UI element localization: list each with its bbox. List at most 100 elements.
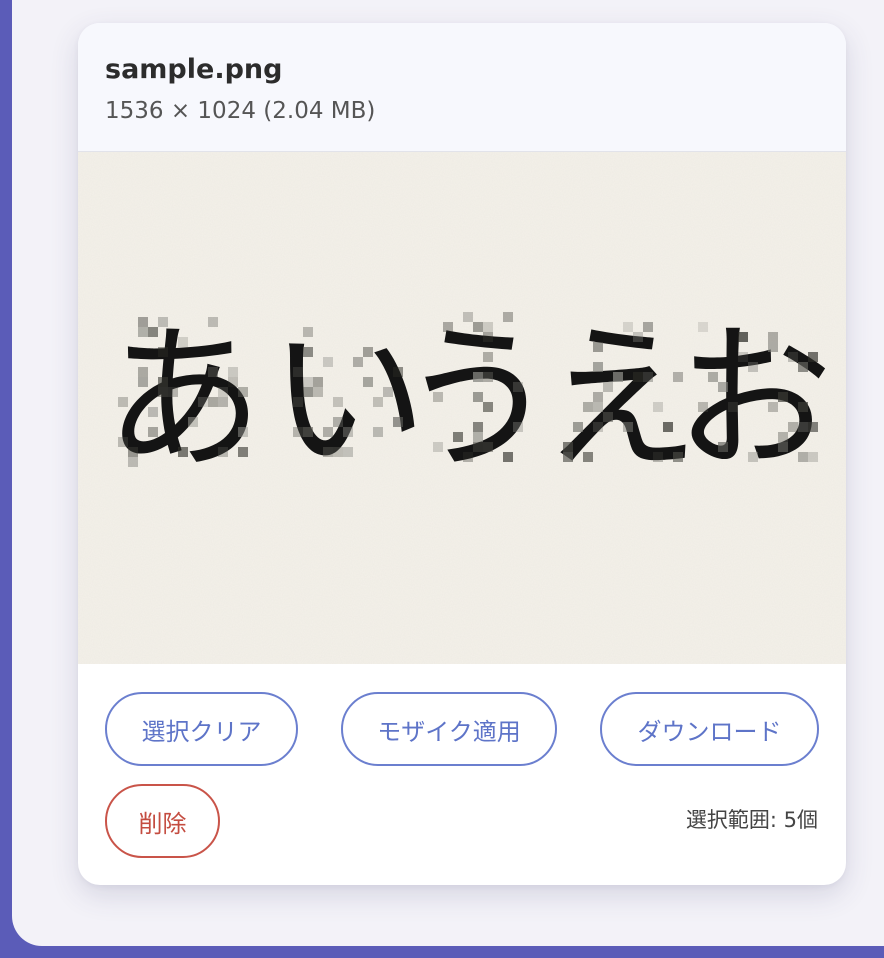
- mosaic-cell: [798, 402, 808, 412]
- mosaic-cell: [333, 397, 343, 407]
- mosaic-cell: [473, 392, 483, 402]
- mosaic-cell: [643, 372, 653, 382]
- mosaic-cell: [778, 432, 788, 442]
- mosaic-cell: [313, 377, 323, 387]
- mosaic-cell: [218, 397, 228, 407]
- mosaic-cell: [593, 392, 603, 402]
- mosaic-cell: [643, 322, 653, 332]
- mosaic-cell: [613, 372, 623, 382]
- mosaic-cell: [228, 377, 238, 387]
- mosaic-cell: [798, 362, 808, 372]
- mosaic-cell: [473, 422, 483, 432]
- mosaic-cell: [238, 447, 248, 457]
- mosaic-cell: [663, 422, 673, 432]
- mosaic-cell: [293, 427, 303, 437]
- mosaic-cell: [393, 367, 403, 377]
- mosaic-cell: [228, 367, 238, 377]
- mosaic-cell: [738, 332, 748, 342]
- mosaic-cell: [178, 447, 188, 457]
- mosaic-cell: [633, 332, 643, 342]
- mosaic-cell: [483, 332, 493, 342]
- clear-selection-button[interactable]: 選択クリア: [105, 692, 298, 766]
- mosaic-cell: [208, 367, 218, 377]
- mosaic-cell: [583, 452, 593, 462]
- mosaic-cell: [303, 387, 313, 397]
- file-meta: 1536 × 1024 (2.04 MB): [105, 98, 376, 124]
- mosaic-cell: [433, 392, 443, 402]
- mosaic-cell: [698, 322, 708, 332]
- mosaic-cell: [373, 427, 383, 437]
- mosaic-cell: [373, 397, 383, 407]
- mosaic-cell: [148, 427, 158, 437]
- mosaic-cell: [603, 412, 613, 422]
- mosaic-cell: [323, 357, 333, 367]
- mosaic-cell: [808, 352, 818, 362]
- image-preview[interactable]: あいうえお: [78, 152, 846, 664]
- mosaic-cell: [778, 392, 788, 402]
- preview-canvas[interactable]: あいうえお: [78, 152, 846, 664]
- mosaic-cell: [698, 402, 708, 412]
- mosaic-cell: [473, 442, 483, 452]
- mosaic-cell: [303, 377, 313, 387]
- mosaic-cell: [383, 387, 393, 397]
- image-card: sample.png 1536 × 1024 (2.04 MB) あ い う え…: [78, 23, 846, 885]
- mosaic-cell: [118, 437, 128, 447]
- mosaic-cell: [788, 422, 798, 432]
- mosaic-cell: [333, 447, 343, 457]
- mosaic-cell: [483, 442, 493, 452]
- mosaic-cell: [633, 372, 643, 382]
- mosaic-cell: [178, 337, 188, 347]
- mosaic-cell: [483, 322, 493, 332]
- mosaic-cell: [238, 427, 248, 437]
- mosaic-cell: [238, 387, 248, 397]
- mosaic-cell: [218, 447, 228, 457]
- mosaic-cell: [673, 372, 683, 382]
- mosaic-cell: [768, 402, 778, 412]
- apply-mosaic-button[interactable]: モザイク適用: [341, 692, 557, 766]
- mosaic-cell: [473, 432, 483, 442]
- mosaic-cell: [728, 402, 738, 412]
- mosaic-cell: [148, 407, 158, 417]
- mosaic-cell: [653, 452, 663, 462]
- mosaic-cell: [148, 327, 158, 337]
- mosaic-cell: [333, 417, 343, 427]
- mosaic-cell: [138, 327, 148, 337]
- mosaic-cell: [593, 422, 603, 432]
- app-panel: sample.png 1536 × 1024 (2.04 MB) あ い う え…: [12, 0, 884, 946]
- mosaic-cell: [353, 357, 363, 367]
- mosaic-cell: [128, 447, 138, 457]
- mosaic-cell: [323, 427, 333, 437]
- mosaic-cell: [158, 387, 168, 397]
- action-bar: 選択クリア モザイク適用 ダウンロード 削除 選択範囲: 5個: [78, 664, 846, 884]
- mosaic-cell: [503, 312, 513, 322]
- glyph-5: お: [675, 308, 833, 492]
- mosaic-cell: [673, 452, 683, 462]
- mosaic-cell: [593, 342, 603, 352]
- mosaic-cell: [808, 422, 818, 432]
- mosaic-cell: [433, 442, 443, 452]
- mosaic-cell: [623, 322, 633, 332]
- delete-button[interactable]: 削除: [105, 784, 220, 858]
- mosaic-cell: [463, 452, 473, 462]
- mosaic-cell: [708, 372, 718, 382]
- mosaic-cell: [738, 352, 748, 362]
- download-button[interactable]: ダウンロード: [600, 692, 819, 766]
- mosaic-cell: [138, 377, 148, 387]
- mosaic-cell: [303, 327, 313, 337]
- mosaic-cell: [168, 387, 178, 397]
- mosaic-cell: [138, 367, 148, 377]
- mosaic-cell: [198, 397, 208, 407]
- mosaic-cell: [798, 422, 808, 432]
- mosaic-cell: [808, 452, 818, 462]
- selection-count: 選択範囲: 5個: [685, 808, 818, 832]
- mosaic-cell: [513, 382, 523, 392]
- mosaic-cell: [453, 432, 463, 442]
- mosaic-cell: [293, 367, 303, 377]
- mosaic-cell: [768, 342, 778, 352]
- mosaic-cell: [778, 442, 788, 452]
- mosaic-cell: [788, 352, 798, 362]
- mosaic-cell: [158, 347, 168, 357]
- mosaic-cell: [603, 382, 613, 392]
- mosaic-cell: [313, 387, 323, 397]
- mosaic-cell: [483, 402, 493, 412]
